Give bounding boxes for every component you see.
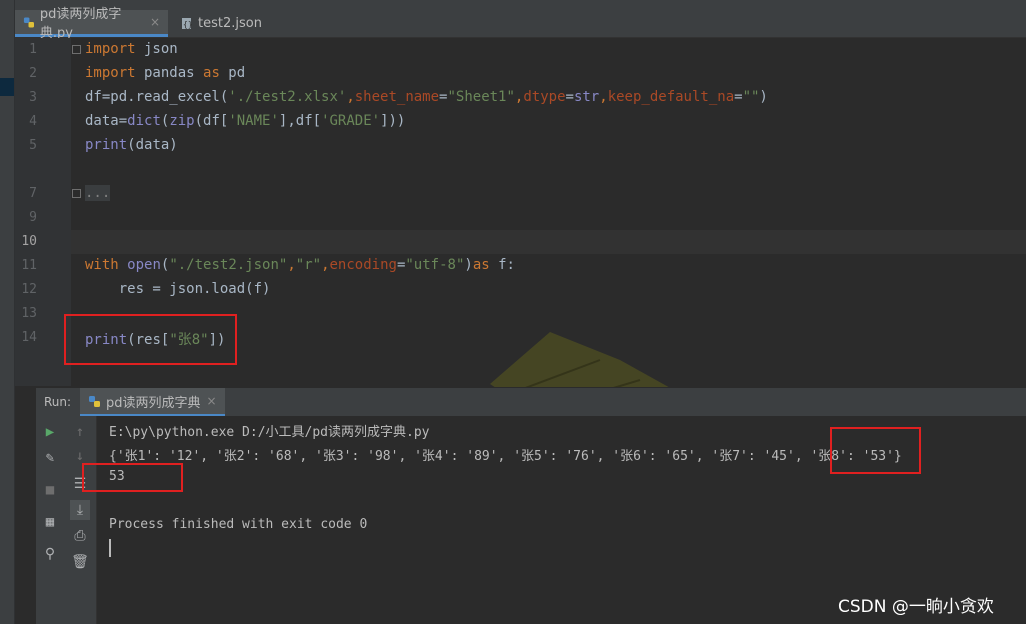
arrow-down-icon[interactable]: ↓ [70,446,90,466]
stop-icon[interactable]: ■ [40,480,60,500]
current-line-highlight [15,230,1026,254]
line-number: 4 [29,114,37,129]
tab-label: test2.json [198,16,262,31]
line-number: 12 [21,282,37,297]
line-number: 5 [29,138,37,153]
console-line-exit: Process finished with exit code 0 [109,517,368,532]
line-number: 9 [29,210,37,225]
code-line-11: with open("./test2.json","r",encoding="u… [85,257,515,273]
title-strip [0,0,1026,10]
watermark: CSDN @一晌小贪欢 [838,597,994,617]
line-number: 1 [29,42,37,57]
code-line-3: df=pd.read_excel('./test2.xlsx',sheet_na… [85,89,768,105]
tab-test2-json[interactable]: {} test2.json [172,10,272,37]
wrench-icon[interactable]: ✎ [40,448,60,468]
scroll-to-end-icon[interactable]: ⤓ [70,500,90,520]
text-caret [109,539,111,557]
layout-icon[interactable]: ▦ [40,512,60,532]
rerun-icon[interactable]: ▶ [40,422,60,442]
tab-pd-script[interactable]: pd读两列成字典.py × [15,7,168,41]
close-run-tab-icon[interactable]: × [207,394,217,408]
python-icon [89,395,100,407]
print-icon[interactable]: ⎙ [70,526,90,546]
line-number: 13 [21,306,37,321]
code-line-12: res = json.load(f) [85,281,271,297]
line-number: 10 [21,234,37,249]
console-line-command: E:\py\python.exe D:/小工具/pd读两列成字典.py [109,425,430,440]
code-line-2: import pandas as pd [85,65,246,81]
code-line-4: data=dict(zip(df['NAME'],df['GRADE'])) [85,113,406,129]
tab-label: pd读两列成字典.py [39,7,122,41]
run-tab-label: pd读两列成字典 [106,395,201,411]
arrow-up-icon[interactable]: ↑ [70,422,90,442]
project-tool-marker[interactable] [0,78,14,96]
code-line-7-folded[interactable]: ... [85,185,111,201]
run-panel-header: Run: pd读两列成字典 × [36,387,1026,417]
line-number: 3 [29,90,37,105]
line-number: 7 [29,186,37,201]
console-line-dict: {'张1': '12', '张2': '68', '张3': '98', '张4… [109,449,902,464]
editor-tab-bar: pd读两列成字典.py × {} test2.json [15,7,1026,41]
code-line-14: print(res["张8"]) [85,332,226,348]
close-tab-icon[interactable]: × [150,15,160,29]
python-file-icon [23,16,35,28]
svg-text:{}: {} [183,20,193,29]
fold-marker-icon[interactable] [72,189,81,198]
pin-icon[interactable]: ⚲ [40,544,60,564]
trash-icon[interactable]: 🗑 [70,552,90,572]
json-file-icon: {} [182,18,193,29]
run-label: Run: [44,395,72,409]
code-line-5: print(data) [85,137,178,153]
console-line-result: 53 [109,469,125,484]
line-number: 14 [21,330,37,345]
line-number: 11 [21,258,37,273]
line-number: 2 [29,66,37,81]
code-line-1: import json [85,41,178,57]
fold-marker-icon[interactable] [72,45,81,54]
soft-wrap-icon[interactable]: ☰ [70,474,90,494]
run-config-tab[interactable]: pd读两列成字典 × [80,388,225,417]
run-toolbar-primary: ▶ ✎ ■ ▦ ⚲ [36,416,64,624]
left-tool-strip [0,0,15,624]
run-toolbar-secondary: ↑ ↓ ☰ ⤓ ⎙ 🗑 [64,416,97,624]
